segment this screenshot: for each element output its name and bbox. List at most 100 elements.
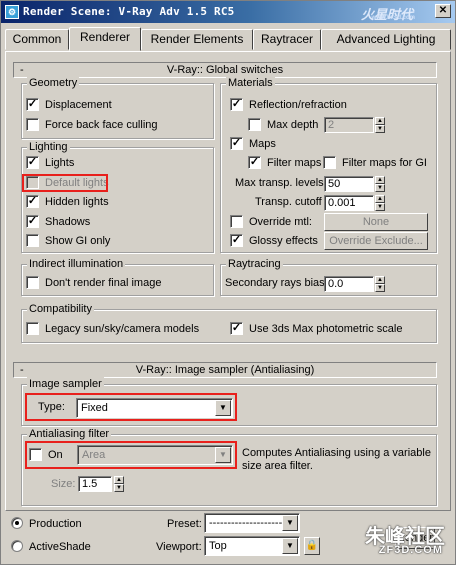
- group-label: Geometry: [27, 76, 80, 90]
- transp-cutoff-label: Transp. cutoff: [255, 196, 322, 208]
- spinner-down-icon[interactable]: ▼: [375, 203, 385, 211]
- checkbox-box: [230, 215, 243, 228]
- checkbox-label: Glossy effects: [249, 235, 318, 247]
- group-label: Materials: [226, 76, 275, 90]
- tab-common[interactable]: Common: [5, 29, 69, 50]
- max-transp-levels-spinner[interactable]: ▲ ▼: [375, 176, 385, 192]
- chevron-down-icon[interactable]: ▼: [282, 538, 298, 554]
- viewport-label: Viewport:: [156, 541, 202, 553]
- group-label: Raytracing: [226, 257, 283, 271]
- check-icon: ✓: [248, 156, 261, 169]
- spinner-down-icon[interactable]: ▼: [375, 125, 385, 133]
- check-icon: ✓: [26, 98, 39, 111]
- checkbox-label: Reflection/refraction: [249, 99, 347, 111]
- spinner-up-icon[interactable]: ▲: [375, 117, 385, 125]
- collapse-icon: -: [20, 364, 24, 376]
- aa-filter-description: Computes Antialiasing using a variable s…: [242, 447, 431, 472]
- max-depth-field[interactable]: 2: [324, 117, 374, 133]
- group-label: Antialiasing filter: [27, 427, 112, 441]
- spinner-down-icon[interactable]: ▼: [375, 184, 385, 192]
- max-depth-spinner[interactable]: ▲ ▼: [375, 117, 385, 133]
- checkbox-box: [248, 118, 261, 131]
- checkbox-label: Don't render final image: [45, 277, 162, 289]
- dropdown-value: Top: [209, 540, 227, 552]
- checkbox-label: Use 3ds Max photometric scale: [249, 323, 403, 335]
- viewport-dropdown[interactable]: Top ▼: [204, 536, 300, 556]
- max-transp-levels-label: Max transp. levels: [235, 177, 324, 189]
- title-bar: ⚙ Render Scene: V-Ray Adv 1.5 RC5 火星时代 w…: [1, 1, 455, 23]
- highlight-default-lights: [22, 174, 108, 192]
- checkbox-label: Show GI only: [45, 235, 111, 247]
- rollout-title: V-Ray:: Global switches: [166, 64, 284, 76]
- secondary-rays-bias-field[interactable]: 0.0: [324, 276, 374, 292]
- window-title: Render Scene: V-Ray Adv 1.5 RC5: [23, 5, 235, 18]
- check-icon: ✓: [26, 195, 39, 208]
- checkbox-label: Override mtl:: [249, 216, 312, 228]
- tab-raytracer[interactable]: Raytracer: [253, 29, 321, 50]
- collapse-icon: -: [20, 64, 24, 76]
- spinner-down-icon[interactable]: ▼: [375, 284, 385, 292]
- checkbox-box: [26, 322, 39, 335]
- filter-size-field[interactable]: 1.5: [78, 476, 112, 492]
- checkbox-label: Max depth: [267, 119, 319, 131]
- override-exclude-button[interactable]: Override Exclude...: [324, 232, 428, 250]
- tab-renderer[interactable]: Renderer: [69, 27, 141, 51]
- checkbox-label: Displacement: [45, 99, 112, 111]
- checkbox-label: Shadows: [45, 216, 91, 228]
- secondary-rays-bias-spinner[interactable]: ▲ ▼: [375, 276, 385, 292]
- highlight-aa-filter: [25, 441, 237, 469]
- check-icon: ✓: [26, 215, 39, 228]
- spinner-up-icon[interactable]: ▲: [114, 476, 124, 484]
- watermark-url-top: www.hxsd.com: [371, 15, 415, 21]
- checkbox-label: Legacy sun/sky/camera models: [45, 323, 200, 335]
- preset-label: Preset:: [167, 518, 202, 530]
- tab-bar: Common Renderer Render Elements Raytrace…: [5, 27, 451, 51]
- watermark-url: ZF3D.COM: [378, 544, 443, 556]
- radio-dot: [11, 517, 23, 529]
- chevron-down-icon[interactable]: ▼: [282, 515, 298, 531]
- checkbox-label: Maps: [249, 138, 276, 150]
- app-icon: ⚙: [5, 5, 19, 19]
- max-transp-levels-field[interactable]: 50: [324, 176, 374, 192]
- check-icon: ✓: [26, 156, 39, 169]
- checkbox-label: Force back face culling: [45, 119, 158, 131]
- group-label: Lighting: [27, 140, 70, 154]
- transp-cutoff-spinner[interactable]: ▲ ▼: [375, 195, 385, 211]
- secondary-rays-bias-label: Secondary rays bias: [225, 277, 325, 289]
- group-label: Indirect illumination: [27, 257, 126, 271]
- radio-label: Production: [29, 518, 82, 530]
- lock-icon[interactable]: 🔒: [304, 537, 320, 555]
- checkbox-label: Hidden lights: [45, 196, 109, 208]
- checkbox-box: [26, 276, 39, 289]
- check-icon: ✓: [230, 98, 243, 111]
- checkbox-label: Filter maps for GI: [342, 157, 427, 169]
- checkbox-box: [26, 118, 39, 131]
- preset-dropdown[interactable]: ------------------------- ▼: [204, 513, 300, 547]
- render-scene-window: ⚙ Render Scene: V-Ray Adv 1.5 RC5 火星时代 w…: [0, 0, 456, 565]
- checkbox-box: [323, 156, 336, 169]
- radio-dot: [11, 540, 23, 552]
- check-icon: ✓: [230, 322, 243, 335]
- checkbox-label: Filter maps: [267, 157, 322, 169]
- radio-label: ActiveShade: [29, 541, 91, 553]
- spinner-down-icon[interactable]: ▼: [114, 484, 124, 492]
- checkbox-box: [26, 234, 39, 247]
- highlight-sampler-type: [25, 393, 237, 421]
- rollout-title: V-Ray:: Image sampler (Antialiasing): [135, 364, 315, 376]
- checkbox-label: Lights: [45, 157, 75, 169]
- spinner-up-icon[interactable]: ▲: [375, 195, 385, 203]
- tab-advanced-lighting[interactable]: Advanced Lighting: [321, 29, 451, 50]
- close-button[interactable]: ✕: [435, 4, 451, 18]
- group-label: Image sampler: [27, 377, 104, 391]
- image-sampler-header[interactable]: - V-Ray:: Image sampler (Antialiasing): [13, 362, 437, 378]
- group-label: Compatibility: [27, 302, 94, 316]
- filter-size-label: Size:: [51, 478, 76, 490]
- override-mtl-button[interactable]: None: [324, 213, 428, 231]
- check-icon: ✓: [230, 234, 243, 247]
- filter-size-spinner[interactable]: ▲ ▼: [114, 476, 124, 492]
- tab-render-elements[interactable]: Render Elements: [141, 29, 253, 50]
- check-icon: ✓: [230, 137, 243, 150]
- spinner-up-icon[interactable]: ▲: [375, 176, 385, 184]
- spinner-up-icon[interactable]: ▲: [375, 276, 385, 284]
- transp-cutoff-field[interactable]: 0.001: [324, 195, 374, 211]
